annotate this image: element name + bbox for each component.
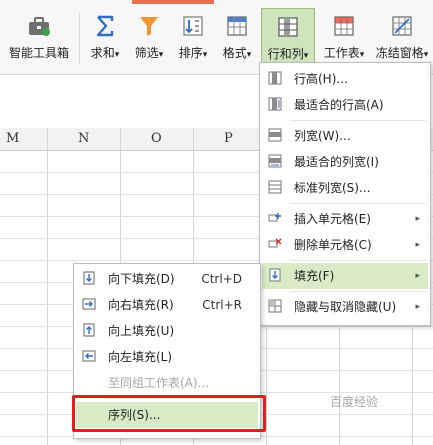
sort-icon [183,16,203,36]
sigma-icon [96,15,114,37]
fill-right-icon [82,298,96,310]
menu-item-label: 行高(H)... [294,72,348,86]
shortcut-label: Ctrl+D [201,272,242,286]
column-width-icon [268,128,282,142]
watermark-text: 百度经验 [330,395,379,409]
grid-col-line [47,128,48,445]
menu-item-label: 向上填充(U) [108,324,175,338]
menu-item-row-height[interactable]: 行高(H)... [262,66,428,92]
menu-item-fill-down[interactable]: 向下填充(D) Ctrl+D [76,266,258,292]
submenu-arrow-icon: ▸ [415,240,420,250]
toolbar-separator [79,12,80,64]
menu-item-column-width[interactable]: 列宽(W)... [262,123,428,149]
menu-item-standard-column-width[interactable]: 标准列宽(S)... [262,175,428,201]
menu-item-autofit-row-height[interactable]: 最适合的行高(A) [262,92,428,118]
menu-item-fill-right[interactable]: 向右填充(R) Ctrl+R [76,292,258,318]
menu-item-label: 填充(F) [294,269,335,283]
menu-item-label: 向右填充(R) [108,298,174,312]
row-col-menu: 行高(H)... 最适合的行高(A) 列宽(W)... 最适合的列宽(I) 标准… [259,62,431,326]
menu-item-series[interactable]: 序列(S)... [76,402,258,428]
delete-cells-icon [268,238,282,248]
smart-toolbox-label: 智能工具箱 [8,46,69,60]
filter-label: 筛选▾ [134,46,164,60]
hide-unhide-icon [268,299,282,313]
menu-item-fill-across-worksheets: 至同组工作表(A)... [76,370,258,396]
sort-button[interactable]: 排序▾ [172,8,214,70]
sum-button[interactable]: 求和▾ [84,8,126,70]
menu-item-label: 序列(S)... [108,408,161,422]
filter-funnel-icon [140,17,158,36]
menu-item-label: 最适合的行高(A) [294,98,384,112]
menu-item-insert-cells[interactable]: 插入单元格(E) ▸ [262,206,428,232]
column-header-m[interactable]: M [6,131,19,146]
menu-item-fill-left[interactable]: 向左填充(L) [76,344,258,370]
freeze-panes-button[interactable]: 冻结窗格▾ [372,8,432,70]
row-col-icon [278,17,298,37]
fill-submenu: 向下填充(D) Ctrl+D 向右填充(R) Ctrl+R 向上填充(U) 向左… [73,263,261,439]
menu-separator [290,120,426,121]
menu-item-label: 向左填充(L) [108,350,173,364]
menu-item-fill[interactable]: 填充(F) ▸ [262,263,428,289]
sort-label: 排序▾ [178,46,208,60]
shortcut-label: Ctrl+R [202,298,242,312]
submenu-arrow-icon: ▸ [415,271,420,281]
autofit-column-width-icon [268,154,282,168]
smart-toolbox-button[interactable]: 智能工具箱 [2,8,76,70]
worksheet-label: 工作表▾ [323,46,365,60]
standard-column-width-icon [268,180,282,194]
row-col-label: 行和列▾ [267,47,309,61]
freeze-panes-icon [392,16,412,36]
menu-separator [290,291,426,292]
menu-item-autofit-column-width[interactable]: 最适合的列宽(I) [262,149,428,175]
fill-icon [269,268,281,282]
active-tab-accent [132,0,214,4]
autofit-row-height-icon [268,97,282,111]
worksheet-button[interactable]: 工作表▾ [318,8,370,70]
menu-item-delete-cells[interactable]: 删除单元格(C) ▸ [262,232,428,258]
menu-separator [104,398,256,399]
insert-cells-icon [268,213,281,222]
fill-up-icon [83,323,95,337]
fill-down-icon [83,271,95,285]
toolbox-icon [29,17,50,36]
menu-item-label: 至同组工作表(A)... [108,376,210,390]
fill-left-icon [82,350,96,362]
menu-item-label: 最适合的列宽(I) [294,155,379,169]
freeze-panes-label: 冻结窗格▾ [375,46,429,60]
format-label: 格式▾ [222,46,252,60]
menu-item-hide-unhide[interactable]: 隐藏与取消隐藏(U) ▸ [262,294,428,320]
worksheet-icon [334,16,354,36]
menu-item-label: 隐藏与取消隐藏(U) [294,300,397,314]
column-header-p[interactable]: P [224,131,233,146]
row-col-button[interactable]: 行和列▾ [261,8,315,70]
format-button[interactable]: 格式▾ [216,8,258,70]
column-header-o[interactable]: O [151,131,162,146]
submenu-arrow-icon: ▸ [415,302,420,312]
menu-separator [290,260,426,261]
menu-item-label: 插入单元格(E) [294,212,371,226]
menu-item-label: 列宽(W)... [294,129,351,143]
menu-separator [290,203,426,204]
row-height-icon [268,71,282,85]
menu-item-label: 标准列宽(S)... [294,181,371,195]
sum-label: 求和▾ [90,46,120,60]
filter-button[interactable]: 筛选▾ [128,8,170,70]
submenu-arrow-icon: ▸ [415,214,420,224]
menu-item-label: 删除单元格(C) [294,238,372,252]
format-table-icon [227,16,247,36]
column-header-n[interactable]: N [78,131,89,146]
menu-item-fill-up[interactable]: 向上填充(U) [76,318,258,344]
menu-item-label: 向下填充(D) [108,272,175,286]
